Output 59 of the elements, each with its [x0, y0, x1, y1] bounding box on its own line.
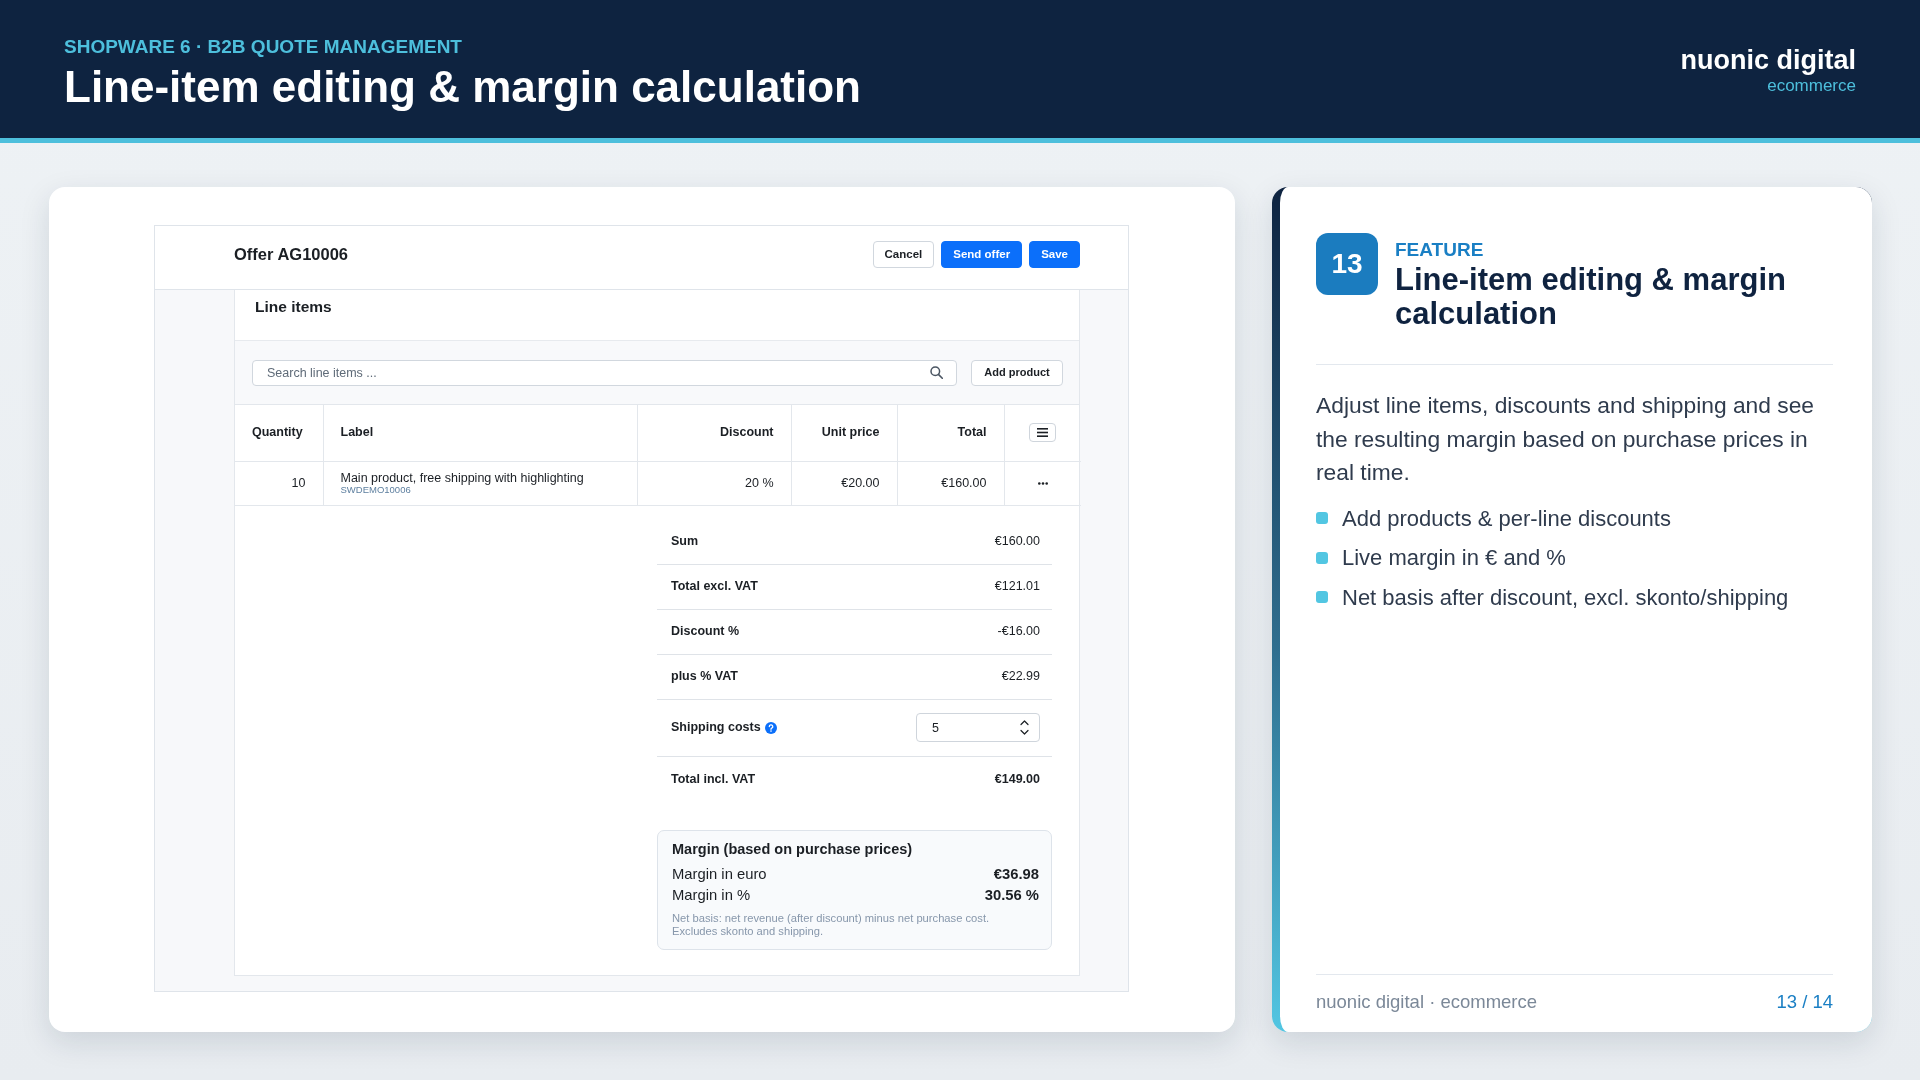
feature-title: Line-item editing & margin calculation	[1395, 263, 1787, 331]
margin-value: 30.56 %	[984, 885, 1039, 905]
column-header: Total	[897, 405, 1004, 461]
column-settings-button[interactable]	[1029, 423, 1057, 443]
column-header: Unit price	[791, 405, 897, 461]
summary-label: Discount %	[671, 623, 740, 641]
summary-value: €121.01	[994, 578, 1040, 596]
brand-name: nuonic digital	[1680, 44, 1856, 76]
margin-note: Net basis: net revenue (after discount) minus net purchase cost.	[672, 911, 991, 925]
summary-value: €149.00	[994, 770, 1040, 788]
summary-label: Sum	[671, 533, 699, 551]
feature-description: Adjust line items, discounts and shipping and see the resulting margin based on purchase prices in real time.	[1316, 391, 1816, 487]
page-number: 13 / 14	[1776, 990, 1833, 1013]
footer-brand: nuonic digital · ecommerce	[1316, 990, 1538, 1013]
summary-value: €160.00	[994, 533, 1040, 551]
offer-title: Offer AG10006	[234, 243, 349, 265]
bullet-text: Live margin in € and %	[1342, 544, 1566, 573]
feature-eyebrow: FEATURE	[1395, 239, 1485, 261]
bullet-text: Net basis after discount, excl. skonto/shipping	[1342, 583, 1789, 612]
action-button[interactable]: Save	[1029, 240, 1080, 268]
margin-label: Margin in %	[672, 885, 751, 905]
bullet-text: Add products & per-line discounts	[1342, 504, 1671, 533]
slide-title: Line-item editing & margin calculation	[64, 61, 861, 113]
bullet-icon	[1316, 551, 1328, 564]
bullet-icon	[1316, 591, 1328, 604]
summary-label: Shipping costs	[671, 719, 761, 737]
bullet-icon	[1316, 512, 1328, 525]
product-label: Main product, free shipping with highlighting	[340, 471, 585, 485]
summary-label: plus % VAT	[671, 668, 738, 686]
number-field[interactable]: 5	[916, 713, 1040, 742]
action-button[interactable]: Send offer	[941, 240, 1023, 268]
column-header: Label	[323, 405, 637, 461]
brand-tagline: ecommerce	[1766, 76, 1856, 96]
table-cell: 10	[235, 461, 323, 505]
summary-label: Total excl. VAT	[671, 578, 758, 596]
card-title: Line items	[254, 297, 333, 317]
summary-label: Total incl. VAT	[671, 770, 756, 788]
feature-number: 13	[1316, 233, 1378, 295]
slide-eyebrow: SHOPWARE 6 · B2B QUOTE MANAGEMENT	[64, 35, 463, 59]
product-number: SWDEMO10006	[340, 485, 411, 495]
menu-icon	[1037, 428, 1049, 438]
action-button[interactable]: Cancel	[872, 240, 935, 268]
add-product-button[interactable]: Add product	[971, 359, 1063, 386]
table-cell: €20.00	[791, 461, 897, 505]
search-icon	[930, 365, 943, 379]
spinner-icon[interactable]	[1020, 720, 1029, 735]
margin-value: €36.98	[993, 864, 1039, 884]
summary-value: €22.99	[1001, 668, 1040, 686]
margin-title: Margin (based on purchase prices)	[672, 839, 914, 859]
ellipsis-icon[interactable]	[1037, 481, 1048, 485]
column-header: Quantity	[235, 405, 323, 461]
summary-value: -€16.00	[997, 623, 1040, 641]
help-icon[interactable]	[764, 721, 777, 734]
margin-label: Margin in euro	[672, 864, 767, 884]
table-cell: €160.00	[897, 461, 1004, 505]
margin-note: Excludes skonto and shipping.	[672, 925, 825, 939]
column-header: Discount	[637, 405, 791, 461]
search-field[interactable]: Search line items ...	[252, 359, 957, 386]
table-cell: 20 %	[637, 461, 791, 505]
